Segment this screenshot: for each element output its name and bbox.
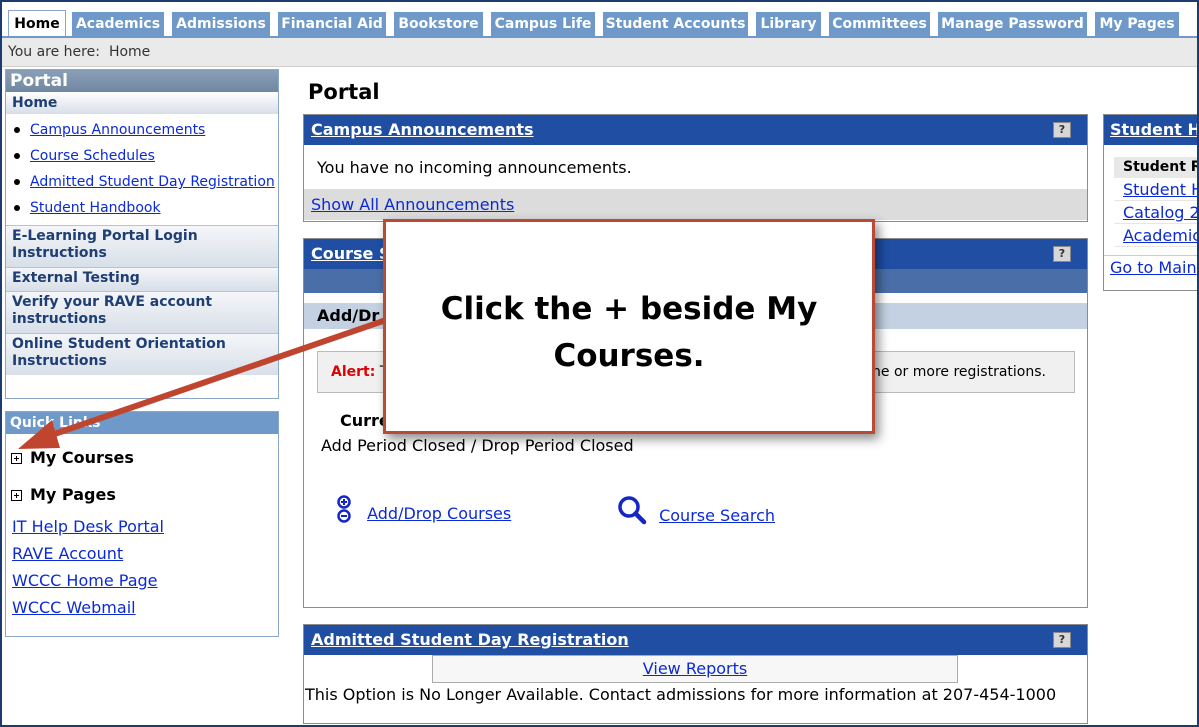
tab-student-accounts[interactable]: Student Accounts <box>603 12 748 37</box>
callout-line-1: Click the + beside My <box>440 291 818 327</box>
plus-box-icon[interactable] <box>11 490 22 501</box>
it-help-desk-link[interactable]: IT Help Desk Portal <box>12 517 164 536</box>
student-handbook-item: Academic <box>1114 224 1197 247</box>
wccc-webmail-link[interactable]: WCCC Webmail <box>12 598 136 617</box>
tab-academics[interactable]: Academics <box>72 12 164 37</box>
announcements-footer: Show All Announcements <box>304 189 1087 220</box>
breadcrumb-prefix: You are here: <box>8 44 100 60</box>
tab-my-pages[interactable]: My Pages <box>1095 12 1179 37</box>
student-handbook-label: Student R <box>1114 157 1197 178</box>
sidebar-link-course-schedules[interactable]: Course Schedules <box>30 148 155 164</box>
sidebar-subitem: Student Handbook <box>14 195 278 221</box>
student-handbook-title-link[interactable]: Student H <box>1110 120 1197 139</box>
announcements-header: Campus Announcements? <box>304 115 1087 145</box>
period-status: Add Period Closed / Drop Period Closed <box>321 436 634 455</box>
student-handbook-item: Student H <box>1114 178 1197 201</box>
callout-line-2: Courses. <box>553 338 705 374</box>
sidebar-link-student-handbook[interactable]: Student Handbook <box>30 200 161 216</box>
top-tab-bar: Home Academics Admissions Financial Aid … <box>2 10 1197 38</box>
view-reports-link[interactable]: View Reports <box>643 659 747 678</box>
tab-library[interactable]: Library <box>756 12 821 37</box>
sidebar-item-external-testing[interactable]: External Testing <box>6 267 278 291</box>
quick-links-title: Quick Links <box>6 412 278 434</box>
add-drop-courses-link[interactable]: Add/Drop Courses <box>367 504 511 523</box>
handbook-link-3[interactable]: Academic <box>1123 226 1197 245</box>
page-title: Portal <box>308 80 380 104</box>
my-pages-label: My Pages <box>30 485 116 504</box>
student-handbook-panel: Student H Student R Student H Catalog 2 … <box>1103 114 1197 291</box>
sidebar-item-home[interactable]: Home <box>6 92 278 114</box>
handbook-link-2[interactable]: Catalog 2 <box>1123 203 1197 222</box>
course-search-action[interactable]: Course Search <box>616 495 775 525</box>
admitted-day-message: This Option is No Longer Available. Cont… <box>305 685 1057 704</box>
tab-financial-aid[interactable]: Financial Aid <box>278 12 386 37</box>
sidebar-title: Portal <box>6 70 278 92</box>
view-reports-button[interactable]: View Reports <box>432 655 958 683</box>
bullet-icon <box>14 179 20 185</box>
bullet-icon <box>14 153 20 159</box>
rave-account-link[interactable]: RAVE Account <box>12 544 123 563</box>
show-all-announcements-link[interactable]: Show All Announcements <box>311 195 514 214</box>
breadcrumb-current: Home <box>108 44 151 60</box>
announcements-title-link[interactable]: Campus Announcements <box>311 120 534 139</box>
sidebar-subitem: Course Schedules <box>14 143 278 169</box>
admitted-day-header: Admitted Student Day Registration? <box>304 625 1087 655</box>
tab-manage-password[interactable]: Manage Password <box>938 12 1087 37</box>
my-pages-toggle[interactable]: My Pages <box>11 485 116 504</box>
alert-label: Alert: <box>331 364 376 380</box>
portal-sidebar: Portal Home Campus Announcements Course … <box>5 69 279 399</box>
bullet-icon <box>14 205 20 211</box>
bullet-icon <box>14 127 20 133</box>
my-courses-label: My Courses <box>30 448 134 467</box>
announcements-message: You have no incoming announcements. <box>317 158 632 177</box>
student-handbook-header: Student H <box>1104 115 1197 145</box>
sidebar-link-admitted-student-day[interactable]: Admitted Student Day Registration <box>30 174 275 190</box>
search-icon[interactable] <box>616 495 648 525</box>
student-handbook-body: Student R Student H Catalog 2 Academic <box>1104 145 1197 247</box>
announcements-panel: Campus Announcements? You have no incomi… <box>303 114 1088 222</box>
sidebar-item-online-orientation[interactable]: Online Student Orientation Instructions <box>6 333 278 375</box>
sidebar-link-campus-announcements[interactable]: Campus Announcements <box>30 122 205 138</box>
breadcrumb: You are here: Home <box>2 38 1197 67</box>
handbook-link-1[interactable]: Student H <box>1123 180 1197 199</box>
go-to-main-link[interactable]: Go to Main <box>1110 258 1197 277</box>
go-to-main-row: Go to Main <box>1104 255 1197 281</box>
quick-links-panel: Quick Links My Courses My Pages IT Help … <box>5 411 279 637</box>
wccc-home-link[interactable]: WCCC Home Page <box>12 571 158 590</box>
course-search-link[interactable]: Course Search <box>659 506 775 525</box>
tab-committees[interactable]: Committees <box>829 12 930 37</box>
my-courses-toggle[interactable]: My Courses <box>11 448 134 467</box>
student-handbook-item: Catalog 2 <box>1114 201 1197 224</box>
tab-bookstore[interactable]: Bookstore <box>394 12 483 37</box>
tab-home[interactable]: Home <box>8 10 66 38</box>
tab-admissions[interactable]: Admissions <box>172 12 270 37</box>
plus-minus-icon[interactable] <box>334 495 354 525</box>
help-icon[interactable]: ? <box>1053 632 1071 648</box>
admitted-student-day-panel: Admitted Student Day Registration? View … <box>303 624 1088 724</box>
sidebar-item-verify-rave[interactable]: Verify your RAVE account instructions <box>6 291 278 333</box>
sidebar-subitem: Admitted Student Day Registration <box>14 169 278 195</box>
alert-text-end: ne or more registrations. <box>872 364 1046 380</box>
instruction-callout: Click the + beside My Courses. <box>383 219 875 434</box>
sidebar-item-elearning[interactable]: E-Learning Portal Login Instructions <box>6 225 278 267</box>
add-drop-action[interactable]: Add/Drop Courses <box>334 495 511 525</box>
course-schedules-title-link[interactable]: Course S <box>311 244 390 263</box>
sidebar-sublist: Campus Announcements Course Schedules Ad… <box>6 114 278 225</box>
help-icon[interactable]: ? <box>1053 122 1071 138</box>
sidebar-subitem: Campus Announcements <box>14 117 278 143</box>
plus-box-icon[interactable] <box>11 453 22 464</box>
help-icon[interactable]: ? <box>1053 246 1071 262</box>
tab-campus-life[interactable]: Campus Life <box>491 12 595 37</box>
browser-frame: Home Academics Admissions Financial Aid … <box>0 0 1199 727</box>
admitted-day-title-link[interactable]: Admitted Student Day Registration <box>311 630 629 649</box>
